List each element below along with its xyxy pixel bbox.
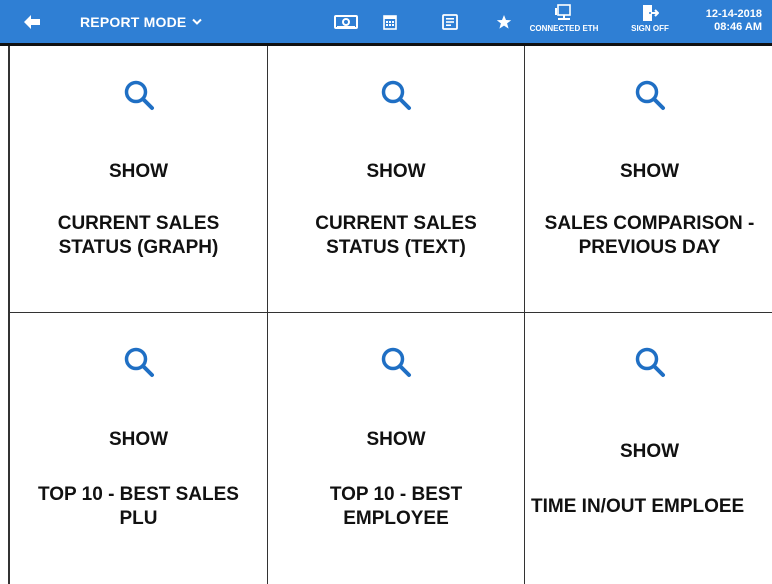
tile-title-line2: PLU — [119, 508, 158, 529]
tile-current-sales-graph[interactable]: SHOW CURRENT SALES STATUS (GRAPH) — [10, 46, 268, 313]
search-icon — [635, 347, 665, 377]
clock: 12-14-2018 08:46 AM — [706, 8, 762, 34]
top-bar: REPORT MODE CONNECTED ETH SIGN OFF 12-14… — [0, 0, 772, 46]
tile-title-line2: STATUS (TEXT) — [326, 237, 466, 258]
tile-show-label: SHOW — [108, 429, 169, 450]
list-icon — [442, 14, 458, 30]
connection-label: CONNECTED ETH — [529, 24, 599, 33]
search-icon — [635, 80, 665, 110]
date-text: 12-14-2018 — [705, 8, 762, 20]
tile-title-line1: CURRENT SALES — [315, 213, 477, 234]
cash-icon — [334, 15, 358, 29]
exit-door-icon — [643, 5, 659, 21]
tile-time-in-out-employee[interactable]: SHOW TIME IN/OUT EMPLOEE — [525, 313, 772, 584]
tile-title-line1: CURRENT SALES — [57, 213, 220, 234]
cash-button[interactable] — [332, 9, 360, 35]
arrow-left-icon — [24, 15, 40, 29]
monitor-icon — [555, 4, 571, 20]
chevron-down-icon — [192, 18, 203, 25]
tile-title-line2: PREVIOUS DAY — [578, 237, 721, 258]
tile-show-label: SHOW — [108, 161, 169, 182]
search-icon — [381, 347, 411, 377]
report-mode-dropdown[interactable]: REPORT MODE — [80, 0, 203, 44]
calendar-icon — [383, 15, 397, 30]
tile-show-label: SHOW — [619, 441, 680, 462]
report-mode-label: REPORT MODE — [80, 14, 187, 30]
search-icon — [381, 80, 411, 110]
sign-off-button[interactable]: SIGN OFF — [628, 4, 672, 42]
tile-title-line1: TOP 10 - BEST SALES — [38, 484, 239, 505]
report-grid: SHOW CURRENT SALES STATUS (GRAPH) SHOW C… — [8, 46, 772, 584]
sign-off-label: SIGN OFF — [631, 24, 669, 33]
tile-title-line2: STATUS (GRAPH) — [58, 237, 219, 258]
tile-top10-employee[interactable]: SHOW TOP 10 - BEST EMPLOYEE — [268, 313, 525, 584]
tile-title-line1: TIME IN/OUT EMPLOEE — [531, 496, 745, 517]
tile-sales-comparison[interactable]: SHOW SALES COMPARISON - PREVIOUS DAY — [525, 46, 772, 313]
tile-show-label: SHOW — [366, 161, 426, 182]
tile-title-line2: EMPLOYEE — [343, 508, 449, 529]
search-icon — [124, 347, 154, 377]
calendar-button[interactable] — [376, 9, 404, 35]
favorite-button[interactable] — [490, 9, 518, 35]
tile-show-label: SHOW — [366, 429, 426, 450]
tile-show-label: SHOW — [619, 161, 680, 182]
tile-title-line1: SALES COMPARISON - — [544, 213, 755, 234]
search-icon — [124, 80, 154, 110]
tile-title-line1: TOP 10 - BEST — [329, 484, 463, 505]
tile-current-sales-text[interactable]: SHOW CURRENT SALES STATUS (TEXT) — [268, 46, 525, 313]
list-button[interactable] — [436, 9, 464, 35]
tile-top10-sales-plu[interactable]: SHOW TOP 10 - BEST SALES PLU — [10, 313, 268, 584]
time-text: 08:46 AM — [714, 21, 762, 33]
star-icon — [496, 15, 512, 29]
back-button[interactable] — [14, 8, 50, 36]
connection-status[interactable]: CONNECTED ETH — [529, 4, 599, 42]
